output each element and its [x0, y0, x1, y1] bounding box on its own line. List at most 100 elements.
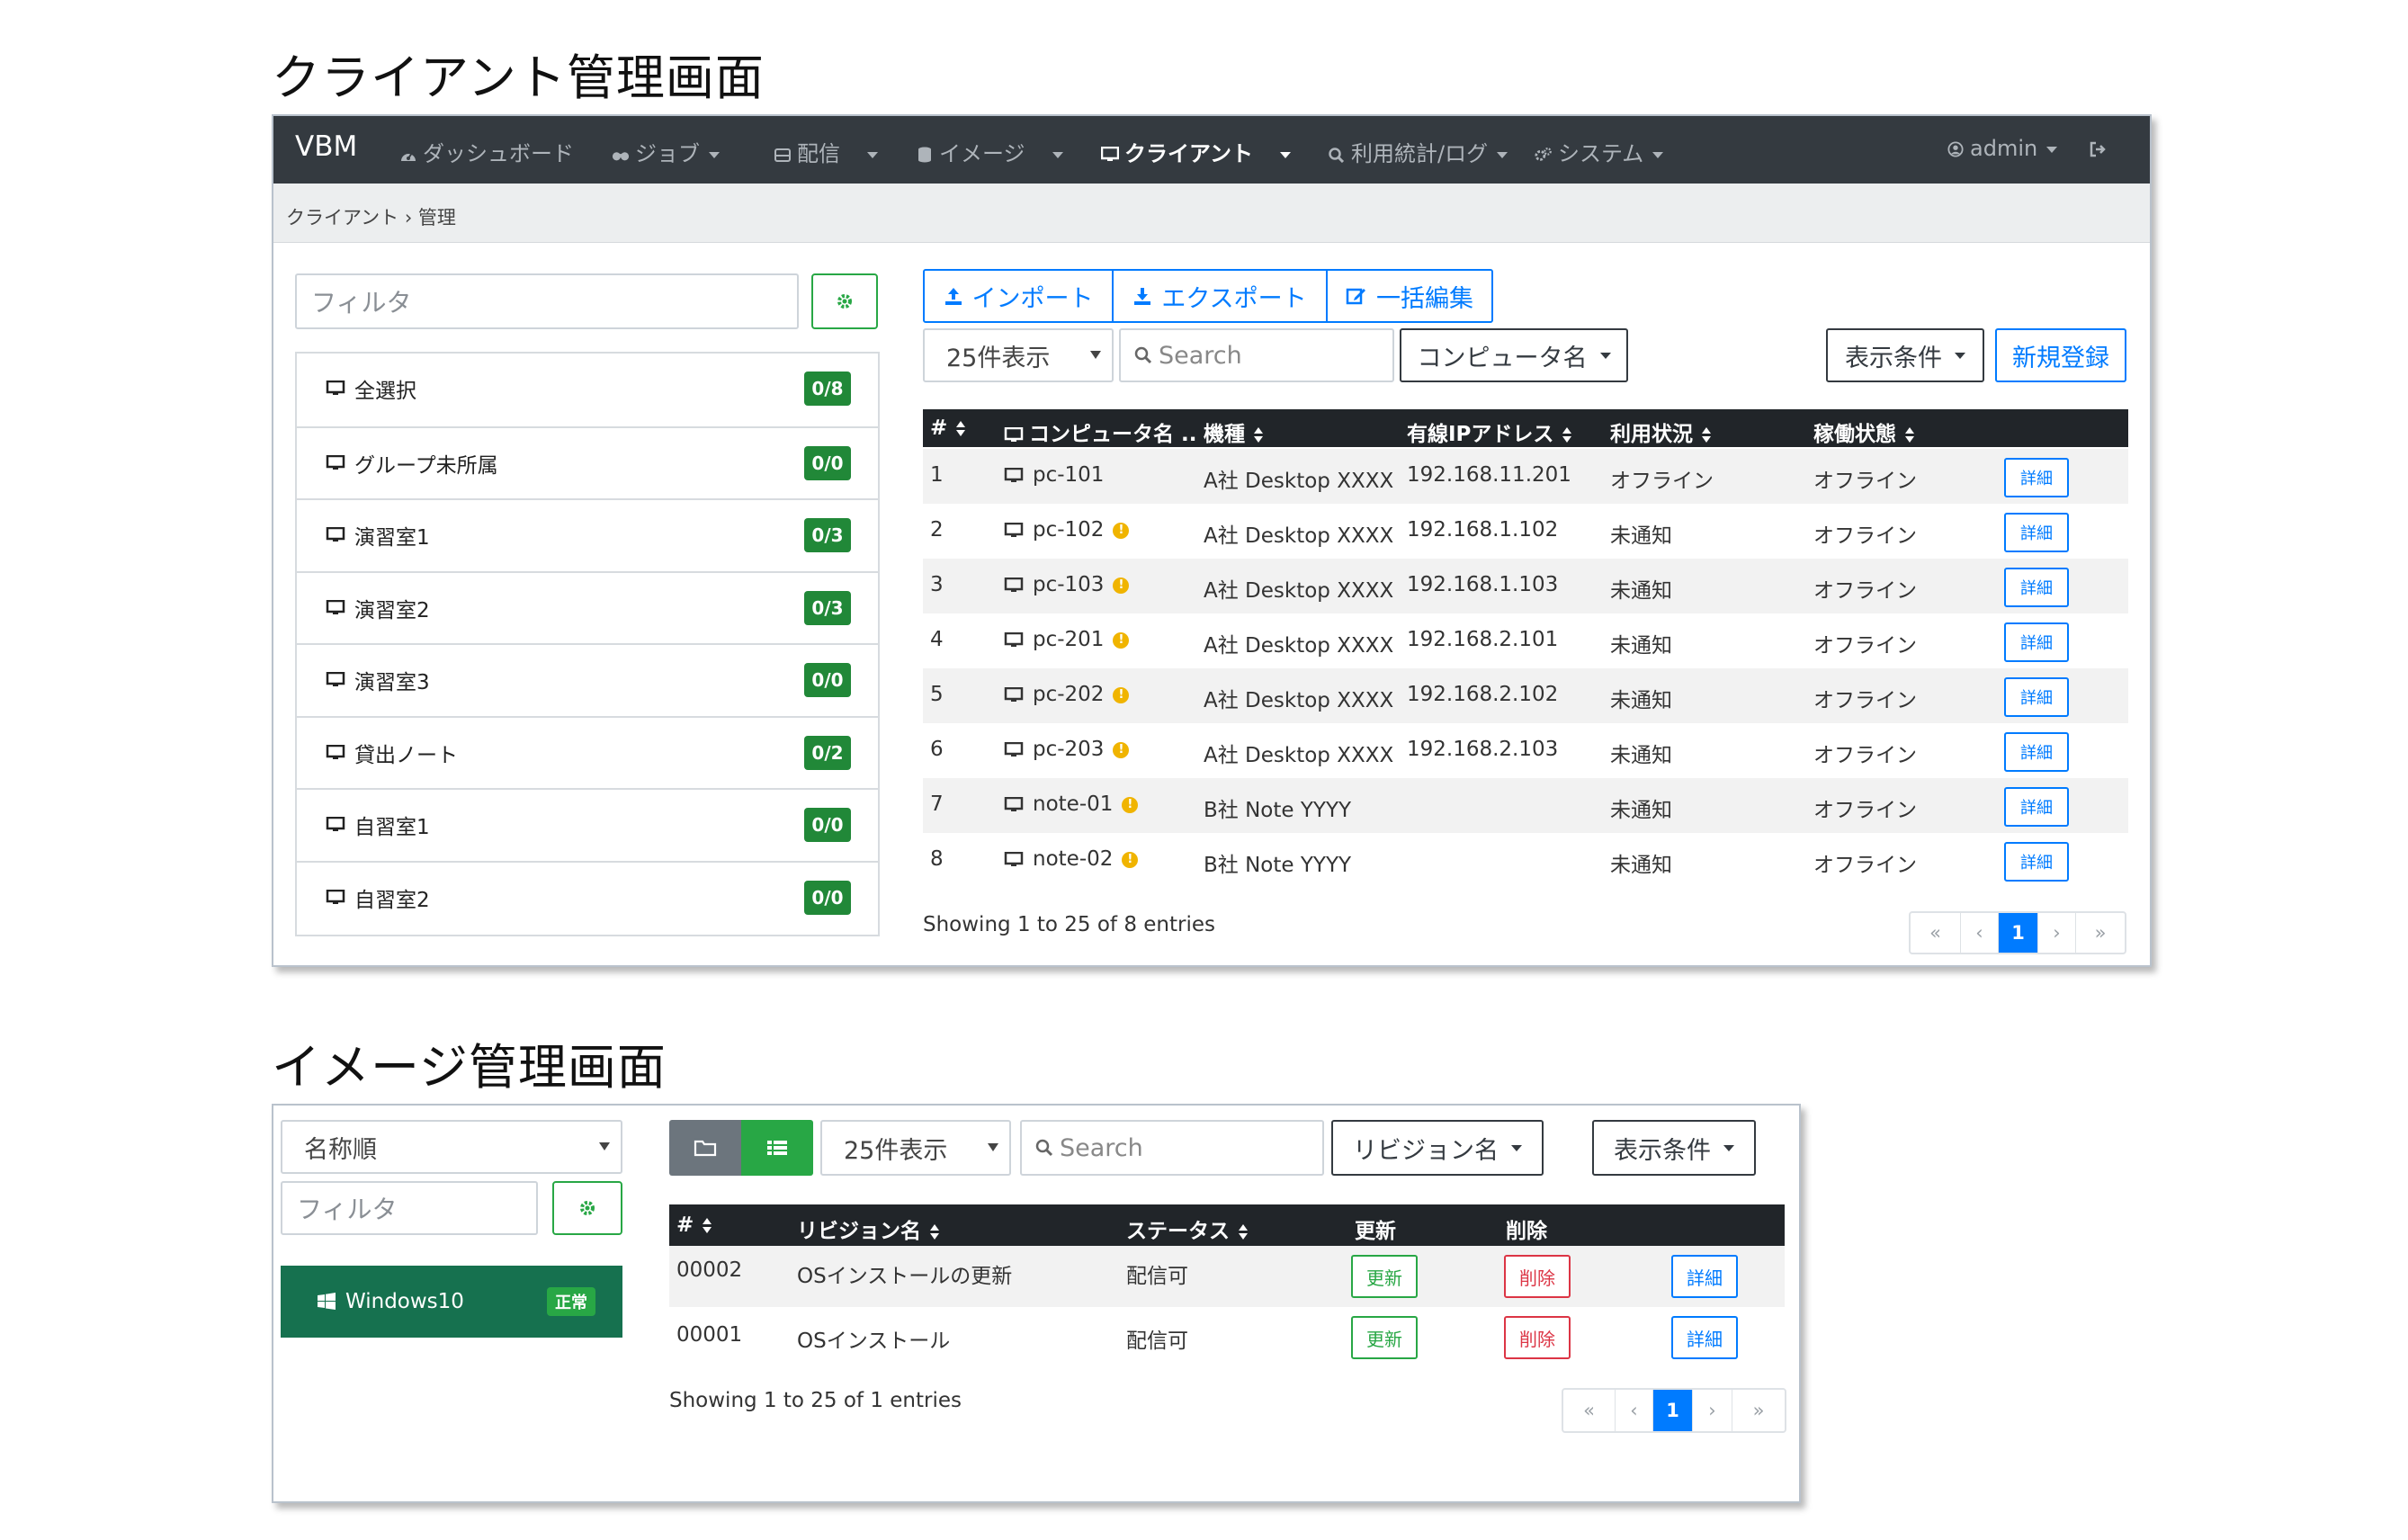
col-number[interactable]: # [676, 1213, 712, 1237]
image-filter-input[interactable]: フィルタ [281, 1181, 538, 1235]
group-item[interactable]: グループ未所属 0/0 [297, 425, 878, 498]
computer-name[interactable]: pc-201! [1004, 628, 1130, 651]
detail-button[interactable]: 詳細 [2004, 842, 2069, 882]
image-display-filter-button[interactable]: 表示条件 [1592, 1120, 1756, 1176]
nav-dashboard[interactable]: ダッシュボード [399, 136, 574, 167]
group-item[interactable]: 演習室1 0/3 [297, 498, 878, 570]
computer-name[interactable]: pc-203! [1004, 738, 1130, 761]
desktop-icon [326, 381, 345, 395]
page-nav[interactable]: › [1693, 1390, 1732, 1431]
update-button[interactable]: 更新 [1351, 1316, 1418, 1359]
display-filter-button[interactable]: 表示条件 [1826, 328, 1984, 382]
group-item[interactable]: 演習室3 0/0 [297, 643, 878, 715]
image-item-windows10[interactable]: Windows10 正常 [281, 1266, 622, 1338]
desktop-icon [326, 672, 345, 686]
col-model[interactable]: 機種 [1204, 416, 1263, 447]
nav-system[interactable]: システム [1535, 136, 1664, 167]
chevron-down-icon [1652, 151, 1664, 158]
new-register-button[interactable]: 新規登録 [1995, 328, 2126, 382]
computer-name[interactable]: pc-101 [1004, 463, 1104, 487]
detail-button[interactable]: 詳細 [2004, 513, 2069, 552]
column-select-button[interactable]: コンピュータ名 [1400, 328, 1628, 382]
group-filter-input[interactable]: フィルタ [295, 273, 799, 329]
group-item[interactable]: 自習室1 0/0 [297, 788, 878, 860]
detail-button[interactable]: 詳細 [2004, 677, 2069, 717]
nav-image[interactable]: イメージ [916, 136, 1063, 167]
group-item[interactable]: 演習室2 0/3 [297, 570, 878, 643]
group-item[interactable]: 貸出ノート 0/2 [297, 715, 878, 788]
desktop-icon [1004, 467, 1024, 482]
detail-button[interactable]: 詳細 [2004, 787, 2069, 827]
detail-button[interactable]: 詳細 [2004, 458, 2069, 497]
page-nav[interactable]: ‹ [1616, 1390, 1653, 1431]
edit-icon [1346, 288, 1365, 305]
count-badge: 0/3 [804, 518, 851, 552]
desktop-icon [326, 454, 345, 470]
col-computer-name[interactable]: コンピュータ名 .. [1004, 416, 1196, 447]
detail-button[interactable]: 詳細 [1671, 1316, 1738, 1359]
detail-button[interactable]: 詳細 [1671, 1255, 1738, 1298]
download-icon [1134, 288, 1151, 305]
col-usage-status[interactable]: 利用状況 [1610, 416, 1711, 447]
import-button[interactable]: インポート [923, 269, 1114, 323]
page-size-select[interactable]: 25件表示 [923, 328, 1114, 382]
page-current[interactable]: 1 [1999, 913, 2038, 953]
computer-name[interactable]: pc-202! [1004, 683, 1130, 706]
detail-button[interactable]: 詳細 [2004, 732, 2069, 772]
nav-client[interactable]: クライアント [1101, 136, 1292, 167]
page-nav[interactable]: › [2038, 913, 2076, 953]
folder-view-button[interactable] [669, 1120, 741, 1176]
chevron-down-icon [1955, 352, 1965, 359]
group-item[interactable]: 自習室2 0/0 [297, 860, 878, 933]
sort-icon [1905, 426, 1914, 443]
ip-cell: 192.168.2.102 [1407, 683, 1559, 706]
desktop-icon [1101, 147, 1119, 161]
model-cell: B社 Note YYYY [1204, 854, 1352, 877]
image-settings-button[interactable] [552, 1181, 622, 1235]
computer-name[interactable]: pc-102! [1004, 518, 1130, 542]
computer-name[interactable]: note-01! [1004, 792, 1139, 816]
folder-icon [694, 1140, 717, 1157]
computer-name[interactable]: note-02! [1004, 847, 1139, 871]
col-number[interactable]: # [930, 416, 966, 440]
group-settings-button[interactable] [811, 273, 878, 329]
col-status[interactable]: ステータス [1126, 1213, 1248, 1244]
update-button[interactable]: 更新 [1351, 1255, 1418, 1298]
delete-button[interactable]: 削除 [1504, 1316, 1571, 1359]
page-nav[interactable]: ‹ [1961, 913, 1999, 953]
list-view-button[interactable] [741, 1120, 813, 1176]
sort-icon [1562, 426, 1572, 443]
breadcrumb: クライアント › 管理 [286, 207, 456, 228]
col-revision-name[interactable]: リビジョン名 [797, 1213, 939, 1244]
export-button[interactable]: エクスポート [1112, 269, 1328, 323]
col-operating-state[interactable]: 稼働状態 [1813, 416, 1914, 447]
sort-order-select[interactable]: 名称順 [281, 1120, 622, 1174]
table-row: 4 pc-201! A社 Desktop XXXX 192.168.2.101 未通知 オ… [923, 613, 2128, 668]
usage-cell: 未通知 [1610, 799, 1672, 822]
col-ip-address[interactable]: 有線IPアドレス [1407, 416, 1572, 447]
page-nav[interactable]: « [1911, 913, 1961, 953]
bulk-edit-button[interactable]: 一括編集 [1326, 269, 1493, 323]
desktop-icon [1004, 741, 1024, 757]
detail-button[interactable]: 詳細 [2004, 568, 2069, 607]
brand[interactable]: VBM [295, 130, 357, 163]
detail-button[interactable]: 詳細 [2004, 622, 2069, 662]
page-nav[interactable]: » [1732, 1390, 1785, 1431]
nav-stats-log[interactable]: 利用統計/ログ [1328, 136, 1508, 167]
page-current[interactable]: 1 [1653, 1390, 1693, 1431]
page-nav[interactable]: « [1563, 1390, 1616, 1431]
user-menu[interactable]: admin [1947, 136, 2058, 161]
logout-button[interactable] [2089, 136, 2112, 161]
search-input[interactable]: Search [1119, 328, 1394, 382]
page-nav[interactable]: » [2076, 913, 2125, 953]
revision-select-button[interactable]: リビジョン名 [1331, 1120, 1544, 1176]
nav-job[interactable]: ジョブ [612, 136, 720, 167]
count-badge: 0/3 [804, 590, 851, 625]
usage-cell: 未通知 [1610, 634, 1672, 658]
image-page-size-select[interactable]: 25件表示 [820, 1120, 1011, 1176]
delete-button[interactable]: 削除 [1504, 1255, 1571, 1298]
group-item[interactable]: 全選択 0/8 [297, 354, 878, 425]
image-search-input[interactable]: Search [1020, 1120, 1324, 1176]
nav-distribution[interactable]: 配信 [774, 136, 878, 167]
computer-name[interactable]: pc-103! [1004, 573, 1130, 596]
